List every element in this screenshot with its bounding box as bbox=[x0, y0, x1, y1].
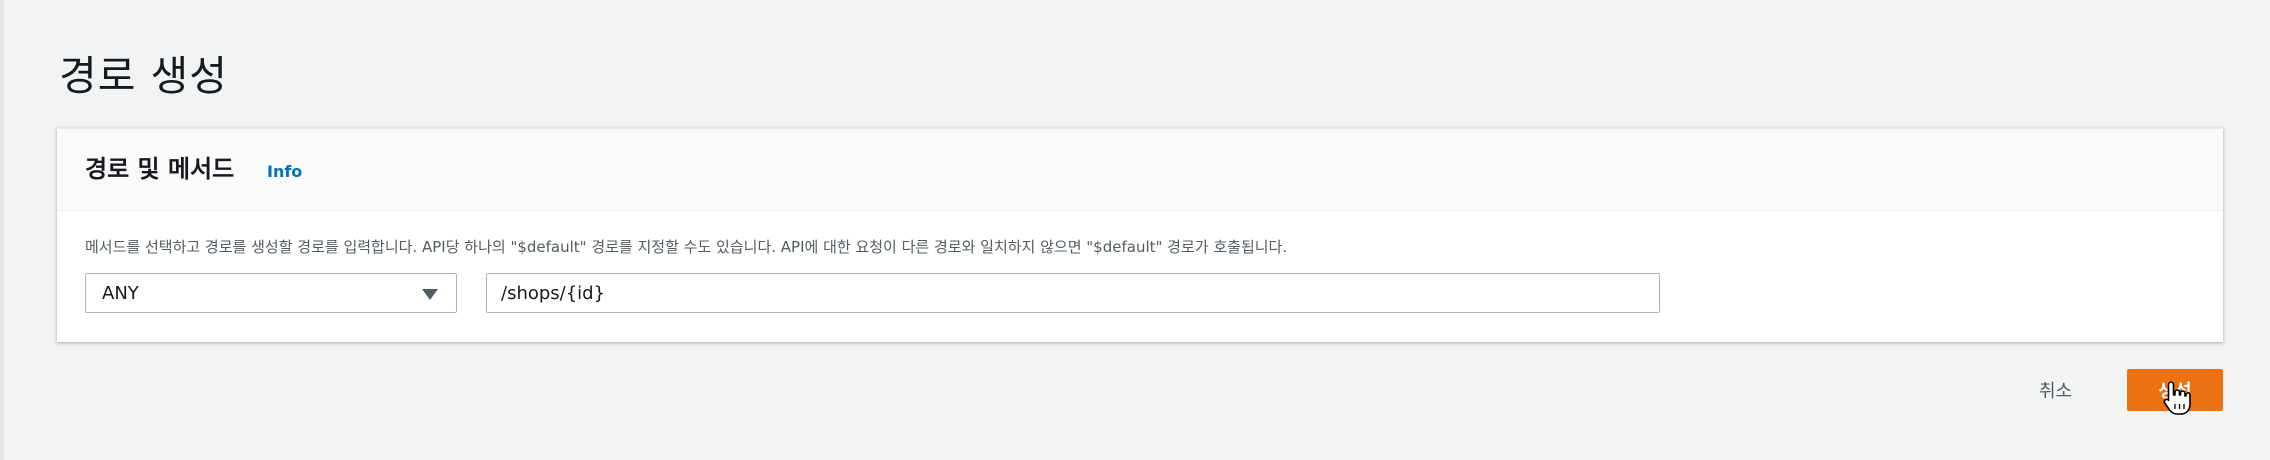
method-select-value: ANY bbox=[102, 283, 139, 304]
panel-description: 메서드를 선택하고 경로를 생성할 경로를 입력합니다. API당 하나의 "$… bbox=[85, 238, 1288, 256]
cancel-button[interactable]: 취소 bbox=[2025, 369, 2086, 411]
page-left-border bbox=[0, 0, 4, 460]
method-select[interactable]: ANY bbox=[85, 273, 457, 313]
panel-header: 경로 및 메서드 Info bbox=[57, 129, 2223, 211]
info-link[interactable]: Info bbox=[267, 162, 302, 182]
route-method-panel: 경로 및 메서드 Info 메서드를 선택하고 경로를 생성할 경로를 입력합니… bbox=[57, 128, 2223, 342]
page-title: 경로 생성 bbox=[59, 52, 228, 100]
panel-title: 경로 및 메서드 bbox=[85, 155, 235, 183]
caret-down-icon bbox=[422, 289, 438, 300]
create-button[interactable]: 생성 bbox=[2127, 369, 2223, 411]
path-input[interactable] bbox=[486, 273, 1660, 313]
